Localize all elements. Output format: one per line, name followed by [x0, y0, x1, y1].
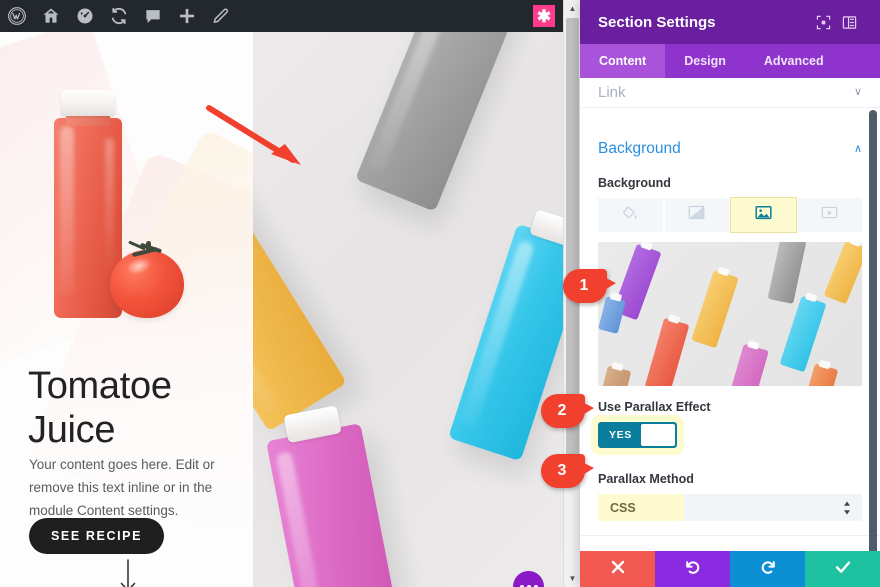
- hero-body-text: Your content goes here. Edit or remove t…: [29, 457, 215, 518]
- select-stepper-icon[interactable]: [843, 501, 851, 514]
- marker-number: 2: [557, 402, 567, 419]
- panel-footer: [580, 551, 880, 587]
- asterisk-badge-icon[interactable]: ✱: [533, 5, 555, 27]
- background-image-tab[interactable]: [731, 198, 796, 232]
- toggle-value-label: YES: [609, 429, 632, 441]
- refresh-icon[interactable]: [102, 0, 136, 32]
- preview-bottle-red: [644, 314, 690, 386]
- wp-admin-bar: ✱: [0, 0, 563, 32]
- panel-body: Link ∨ Background ∧ Background Use Paral…: [580, 78, 880, 551]
- marker-number: 3: [557, 462, 567, 479]
- close-x-icon: [611, 560, 625, 579]
- background-color-tab[interactable]: [598, 198, 663, 232]
- focus-target-icon[interactable]: [810, 9, 836, 35]
- background-image-preview[interactable]: [598, 242, 862, 386]
- tab-advanced[interactable]: Advanced: [745, 44, 843, 78]
- tab-design[interactable]: Design: [665, 44, 745, 78]
- background-field-label: Background: [598, 176, 671, 190]
- checkmark-icon: [835, 560, 851, 579]
- tomato-juice-product-image: [44, 90, 224, 340]
- section-background-label: Background: [598, 140, 681, 157]
- scrollbar-up-arrow-icon[interactable]: ▲: [564, 0, 581, 17]
- pencil-edit-icon[interactable]: [204, 0, 238, 32]
- dashboard-speedometer-icon[interactable]: [68, 0, 102, 32]
- section-link-header[interactable]: Link ∨: [580, 78, 880, 108]
- preview-bottle-orange: [805, 359, 839, 386]
- marker-3: 3: [541, 454, 597, 488]
- scroll-down-arrow-icon: [118, 559, 138, 587]
- use-parallax-effect-toggle[interactable]: YES: [598, 422, 677, 448]
- redo-arrow-icon: [760, 559, 776, 580]
- panel-tabs: Content Design Advanced: [580, 44, 880, 78]
- parallax-method-value: CSS: [610, 500, 636, 515]
- parallax-method-wrap: CSS: [580, 494, 880, 521]
- page-title: Tomatoe Juice: [28, 365, 172, 451]
- preview-bottle-pink: [725, 340, 769, 386]
- bottle-yellow: [253, 162, 347, 432]
- preview-bottle-yellow-2: [823, 242, 862, 305]
- redo-button[interactable]: [730, 551, 805, 587]
- undo-button[interactable]: [655, 551, 730, 587]
- panel-header: Section Settings: [580, 0, 880, 44]
- section-background-header[interactable]: Background ∧: [580, 126, 880, 172]
- panel-title: Section Settings: [598, 13, 716, 31]
- home-icon[interactable]: [34, 0, 68, 32]
- marker-2: 2: [541, 394, 597, 428]
- marker-1: 1: [563, 269, 619, 303]
- parallax-method-select[interactable]: CSS: [598, 494, 862, 521]
- gradient-icon: [688, 205, 705, 225]
- plus-icon[interactable]: [170, 0, 204, 32]
- image-icon: [755, 205, 772, 225]
- chevron-up-icon: ∧: [853, 142, 862, 155]
- see-recipe-button[interactable]: SEE RECIPE: [29, 518, 165, 554]
- panel-scrollbar-thumb[interactable]: [869, 110, 877, 551]
- save-button[interactable]: [805, 551, 880, 587]
- bottle-pink: [266, 405, 408, 587]
- cancel-button[interactable]: [580, 551, 655, 587]
- paint-bucket-icon: [622, 205, 638, 226]
- screen-root: ✱ Tomatoe Juice Your content goes here. …: [0, 0, 880, 587]
- page-canvas: Tomatoe Juice Your content goes here. Ed…: [0, 32, 563, 587]
- background-video-tab[interactable]: [797, 198, 862, 232]
- section-admin-label: Admin Label: [598, 550, 681, 551]
- wordpress-logo-icon[interactable]: [0, 0, 34, 32]
- video-icon: [821, 205, 838, 225]
- chevron-down-icon: ∨: [853, 86, 862, 98]
- background-type-tabs: [598, 198, 862, 232]
- use-parallax-effect-toggle-wrap: YES: [580, 422, 880, 448]
- section-link-label: Link: [598, 84, 626, 101]
- undo-arrow-icon: [685, 559, 701, 580]
- bottle-specular-highlight: [105, 138, 114, 278]
- tomato-icon: [110, 240, 184, 318]
- annotation-arrow-icon: [205, 102, 320, 182]
- preview-bottle-yellow-1: [691, 266, 739, 349]
- marker-number: 1: [579, 277, 589, 294]
- comment-icon[interactable]: [136, 0, 170, 32]
- panel-layout-icon[interactable]: [836, 9, 862, 35]
- toggle-knob: [640, 424, 675, 446]
- section-settings-panel: Section Settings Content Design Advanced…: [580, 0, 880, 587]
- tomato-stem-icon: [126, 240, 172, 259]
- tab-content[interactable]: Content: [580, 44, 666, 78]
- panel-scroll-area: Link ∨ Background ∧ Background Use Paral…: [580, 78, 880, 551]
- preview-bottle-gray: [767, 242, 807, 305]
- background-gradient-tab[interactable]: [664, 198, 729, 232]
- use-parallax-effect-label: Use Parallax Effect: [598, 400, 711, 414]
- bottle-gray: [355, 32, 521, 212]
- bottle-cap-icon: [61, 90, 115, 116]
- section-admin-label-header[interactable]: Admin Label ∨: [580, 535, 880, 551]
- scrollbar-down-arrow-icon[interactable]: ▼: [564, 570, 581, 587]
- parallax-method-label: Parallax Method: [598, 472, 694, 486]
- preview-bottle-tan: [600, 361, 632, 386]
